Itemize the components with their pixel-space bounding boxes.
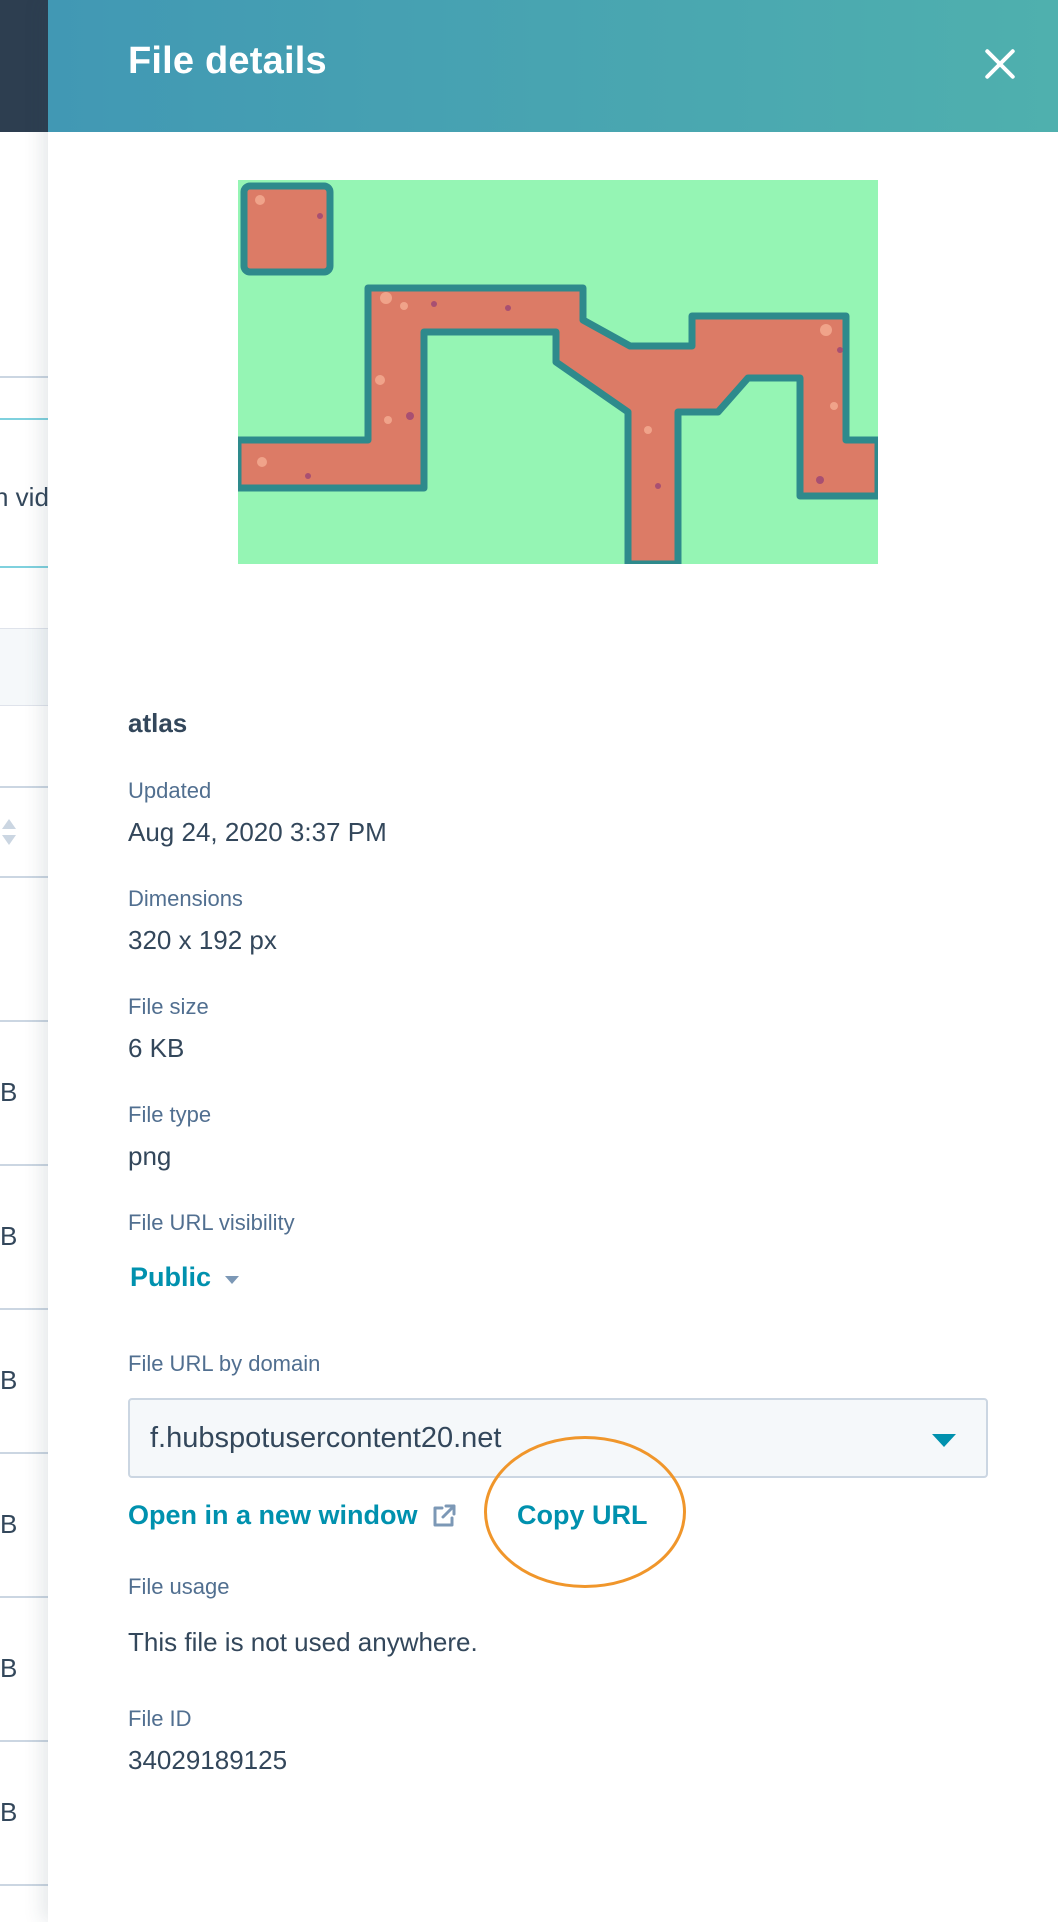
copy-url-button[interactable]: Copy URL [517, 1500, 648, 1531]
background-divider [0, 1740, 48, 1742]
background-divider [0, 1020, 48, 1022]
file-usage-value: This file is not used anywhere. [128, 1627, 478, 1657]
background-divider [0, 376, 48, 378]
url-domain-label: File URL by domain [128, 1351, 321, 1376]
file-size-value: 6 KB [128, 1033, 185, 1063]
url-domain-select[interactable]: f.hubspotusercontent20.net [128, 1398, 988, 1478]
background-text: n vid [0, 482, 48, 512]
url-visibility-label: File URL visibility [128, 1210, 295, 1235]
background-topbar [0, 0, 48, 132]
background-text: B [0, 1365, 18, 1395]
file-type-label: File type [128, 1102, 212, 1127]
dimensions-label: Dimensions [128, 886, 243, 911]
file-usage-label: File usage [128, 1574, 230, 1599]
open-in-new-window-label: Open in a new window [128, 1500, 418, 1530]
url-visibility-value: Public [130, 1262, 212, 1292]
updated-value: Aug 24, 2020 3:37 PM [128, 817, 387, 847]
background-page: n vid B B B B B B [0, 0, 48, 1922]
background-text: B [0, 1509, 18, 1539]
file-id-label: File ID [128, 1706, 192, 1731]
file-size-label: File size [128, 994, 209, 1019]
file-preview-image [238, 180, 878, 564]
background-divider [0, 1596, 48, 1598]
background-text: B [0, 1653, 18, 1683]
dimensions-value: 320 x 192 px [128, 925, 277, 955]
file-details-panel: File details atlas Updated Aug 24, 2020 … [48, 0, 1058, 1922]
background-divider [0, 1308, 48, 1310]
screen: n vid B B B B B B File details atlas Upd… [0, 0, 1058, 1922]
background-table-header [0, 628, 48, 706]
background-text: B [0, 1797, 18, 1827]
file-type-value: png [128, 1141, 172, 1171]
updated-label: Updated [128, 778, 212, 803]
sort-icon[interactable] [0, 817, 18, 851]
close-icon[interactable] [976, 40, 1024, 88]
url-domain-value: f.hubspotusercontent20.net [150, 1422, 502, 1454]
background-divider [0, 1164, 48, 1166]
background-divider [0, 1884, 48, 1886]
tile-map-preview [238, 180, 878, 564]
chevron-down-icon [932, 1434, 956, 1447]
file-id-value: 34029189125 [128, 1745, 288, 1775]
background-divider [0, 418, 48, 420]
background-divider [0, 1452, 48, 1454]
panel-header: File details [48, 0, 1058, 132]
panel-title: File details [128, 40, 327, 82]
open-in-new-window-link[interactable]: Open in a new window [128, 1500, 458, 1531]
external-link-icon [433, 1504, 456, 1526]
url-visibility-dropdown[interactable]: Public [130, 1262, 240, 1293]
background-divider [0, 876, 48, 878]
background-text: B [0, 1221, 18, 1251]
chevron-down-icon [225, 1275, 240, 1284]
background-divider [0, 786, 48, 788]
background-divider [0, 566, 48, 568]
background-text: B [0, 1077, 18, 1107]
file-name: atlas [128, 708, 188, 738]
